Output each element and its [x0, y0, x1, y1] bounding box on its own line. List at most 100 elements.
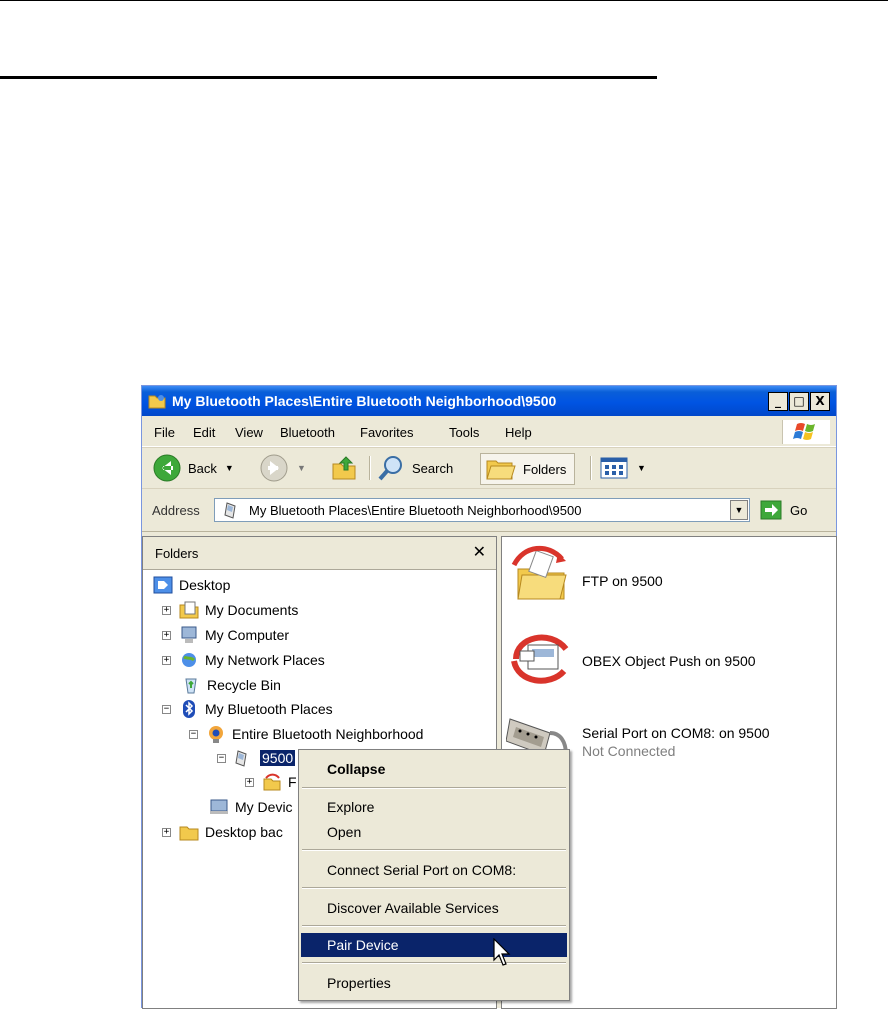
back-label: Back [188, 460, 217, 476]
expand-icon[interactable]: + [162, 827, 171, 837]
expand-icon[interactable]: + [162, 655, 171, 665]
menu-item-pair-device[interactable]: Pair Device [301, 933, 567, 957]
mouse-cursor-icon [493, 938, 511, 966]
tree-item-my-documents[interactable]: + My Documents [162, 599, 298, 621]
back-arrow-icon [153, 454, 181, 482]
tree-item-entire-bluetooth-neighborhood[interactable]: − Entire Bluetooth Neighborhood [189, 723, 423, 745]
service-status: Not Connected [582, 743, 676, 759]
views-icon [600, 457, 628, 479]
windows-logo [782, 420, 830, 444]
phone-device-icon [224, 502, 236, 519]
up-folder-button[interactable] [330, 453, 358, 483]
menu-bar: File Edit View Bluetooth Favorites Tools… [142, 418, 836, 447]
tree-item-label: Desktop [179, 577, 231, 593]
address-input[interactable]: My Bluetooth Places\Entire Bluetooth Nei… [214, 498, 750, 522]
minimize-button[interactable]: _ [768, 392, 788, 411]
tree-item-label: Recycle Bin [207, 677, 281, 693]
go-arrow-icon [760, 500, 782, 520]
folders-icon [486, 460, 516, 480]
menu-item-explore[interactable]: Explore [301, 795, 567, 819]
menu-bluetooth[interactable]: Bluetooth [280, 425, 335, 440]
tree-item-my-network-places[interactable]: + My Network Places [162, 649, 325, 671]
menu-item-label: Connect Serial Port on COM8: [327, 862, 517, 878]
ftp-folder-icon [263, 773, 281, 791]
document-top-rule [0, 0, 888, 1]
service-name: OBEX Object Push on 9500 [582, 653, 756, 669]
forward-dropdown-icon[interactable]: ▼ [297, 463, 306, 473]
menu-edit[interactable]: Edit [193, 425, 215, 440]
menu-help[interactable]: Help [505, 425, 532, 440]
tree-item-label: Desktop bac [205, 824, 283, 840]
tree-item-label: My Documents [205, 602, 299, 618]
menu-tools[interactable]: Tools [449, 425, 479, 440]
tree-item-9500[interactable]: − 9500 [217, 747, 296, 769]
menu-item-open[interactable]: Open [301, 820, 567, 844]
tree-item-label: F [288, 774, 297, 790]
ftp-service-icon [511, 545, 567, 600]
bluetooth-icon [183, 700, 195, 718]
collapse-icon[interactable]: − [162, 704, 171, 714]
menu-item-label: Open [327, 824, 362, 840]
tree-item-recycle-bin[interactable]: Recycle Bin [181, 674, 281, 696]
service-name: FTP on 9500 [582, 573, 663, 589]
back-dropdown-icon[interactable]: ▼ [225, 463, 234, 473]
recycle-bin-icon [185, 678, 197, 694]
document-heading-rule [0, 76, 657, 79]
menu-separator [302, 787, 566, 789]
tree-item-label-selected: 9500 [260, 750, 296, 766]
tree-item-label: My Devic [235, 799, 293, 815]
menu-item-discover-services[interactable]: Discover Available Services [301, 896, 567, 920]
tree-item-my-computer[interactable]: + My Computer [162, 624, 289, 646]
search-icon [378, 456, 402, 481]
close-pane-icon[interactable]: ✕ [473, 542, 486, 561]
back-button[interactable]: Back ▼ [152, 453, 234, 483]
my-computer-icon [181, 626, 197, 643]
search-button[interactable]: Search [376, 453, 453, 483]
my-documents-icon [179, 601, 199, 619]
collapse-icon[interactable]: − [189, 729, 198, 739]
tree-item-my-device[interactable]: My Devic [209, 796, 293, 818]
menu-favorites[interactable]: Favorites [360, 425, 413, 440]
folders-pane-title: Folders [155, 546, 199, 561]
menu-item-label: Discover Available Services [327, 900, 499, 916]
views-dropdown-icon[interactable]: ▼ [637, 463, 646, 473]
obex-push-icon [511, 634, 569, 684]
address-label: Address [152, 503, 200, 518]
tree-item-label: My Bluetooth Places [205, 701, 333, 717]
tree-item-ftp[interactable]: + F [245, 771, 297, 793]
tree-item-my-bluetooth-places[interactable]: − My Bluetooth Places [162, 698, 333, 720]
menu-view[interactable]: View [235, 425, 263, 440]
my-device-icon [210, 799, 228, 814]
tree-item-desktop[interactable]: Desktop [153, 574, 230, 596]
tree-item-desktop-backup[interactable]: + Desktop bac [162, 821, 283, 843]
go-label: Go [790, 502, 808, 518]
desktop-icon [153, 576, 173, 594]
service-name: Serial Port on COM8: on 9500 [582, 725, 770, 741]
folders-button[interactable]: Folders [480, 453, 576, 485]
expand-icon[interactable]: + [162, 630, 171, 640]
up-folder-icon [332, 456, 356, 480]
expand-icon[interactable]: + [162, 605, 171, 615]
collapse-icon[interactable]: − [217, 753, 226, 763]
menu-separator [302, 887, 566, 889]
tree-item-label: Entire Bluetooth Neighborhood [232, 726, 424, 742]
address-dropdown-icon[interactable]: ▼ [730, 500, 748, 520]
toolbar-separator [590, 456, 592, 480]
maximize-button[interactable]: □ [789, 392, 809, 411]
forward-button[interactable]: ▼ [259, 453, 306, 483]
folders-label: Folders [523, 461, 567, 477]
menu-item-label: Properties [327, 975, 391, 991]
title-bar[interactable]: My Bluetooth Places\Entire Bluetooth Nei… [142, 386, 836, 416]
menu-separator [302, 849, 566, 851]
expand-icon[interactable]: + [245, 777, 254, 787]
menu-item-connect-serial-port[interactable]: Connect Serial Port on COM8: [301, 858, 567, 882]
go-button[interactable]: Go [760, 500, 807, 520]
close-button[interactable]: X [810, 392, 830, 411]
tree-item-label: My Computer [205, 627, 290, 643]
forward-arrow-icon [260, 454, 288, 482]
menu-item-properties[interactable]: Properties [301, 971, 567, 995]
menu-file[interactable]: File [154, 425, 175, 440]
views-button[interactable]: ▼ [599, 453, 646, 483]
menu-item-collapse[interactable]: Collapse [301, 757, 567, 781]
folder-window-icon [148, 395, 166, 409]
